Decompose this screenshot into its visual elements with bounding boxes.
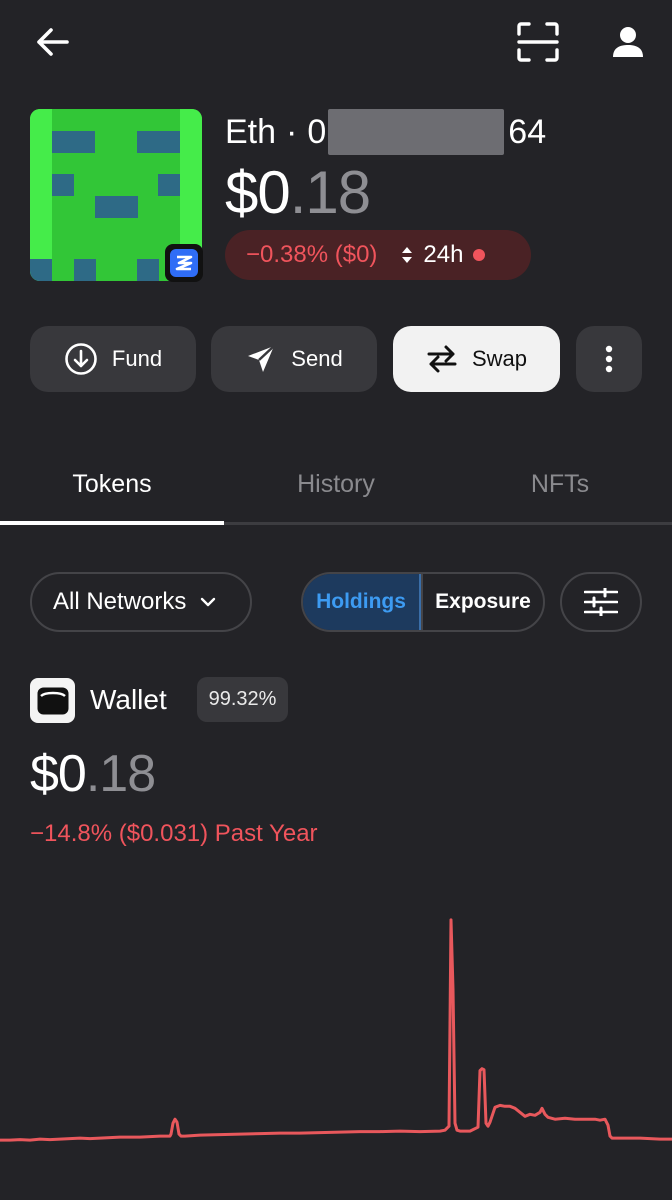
balance-whole: $0 xyxy=(225,159,291,226)
separator: · xyxy=(286,112,298,151)
more-vertical-icon xyxy=(605,345,613,373)
balance-decimal: .18 xyxy=(289,159,371,226)
view-segmented-control: Holdings Exposure xyxy=(301,572,545,632)
network-badge xyxy=(165,244,203,282)
send-label: Send xyxy=(291,346,343,371)
swap-icon xyxy=(426,344,458,374)
active-tab-indicator xyxy=(0,521,224,525)
network-selector[interactable]: All Networks xyxy=(30,572,252,632)
more-button[interactable] xyxy=(576,326,642,392)
sliders-icon xyxy=(584,588,618,616)
change-pill[interactable]: −0.38% ($0) 24h xyxy=(225,230,531,280)
period-label: 24h xyxy=(423,241,464,268)
tab-nfts[interactable]: NFTs xyxy=(448,462,672,506)
wallet-balance-decimal: .18 xyxy=(85,745,156,803)
network-selector-label: All Networks xyxy=(53,588,187,615)
tab-tokens[interactable]: Tokens xyxy=(0,462,224,506)
live-indicator xyxy=(473,249,486,261)
account-address-row[interactable]: Eth · 0 64 xyxy=(225,109,547,155)
balance-chart[interactable] xyxy=(0,880,672,1180)
exposure-toggle[interactable]: Exposure xyxy=(421,574,543,630)
chevron-down-icon xyxy=(200,597,216,607)
period-selector[interactable]: 24h xyxy=(401,241,486,269)
swap-label: Swap xyxy=(471,346,528,371)
profile-button[interactable] xyxy=(604,20,652,64)
send-button[interactable]: Send xyxy=(211,326,377,392)
address-suffix: 64 xyxy=(508,112,547,151)
tab-history[interactable]: History xyxy=(224,462,448,506)
fund-button[interactable]: Fund xyxy=(30,326,196,392)
send-icon xyxy=(245,343,277,375)
scan-button[interactable] xyxy=(512,18,564,66)
arrow-down-circle-icon xyxy=(64,342,98,376)
wallet-icon xyxy=(30,678,75,723)
wallet-balance-whole: $0 xyxy=(30,745,87,803)
address-prefix: 0 xyxy=(307,112,327,151)
zerion-icon xyxy=(170,249,198,277)
balance-change: −0.38% ($0) xyxy=(246,241,378,268)
account-balance: $0.18 xyxy=(225,158,371,227)
person-icon xyxy=(613,27,643,57)
network-name: Eth xyxy=(225,112,277,151)
wallet-change: −14.8% ($0.031) Past Year xyxy=(30,820,318,847)
scan-icon xyxy=(517,22,559,62)
wallet-label: Wallet xyxy=(90,684,167,715)
arrow-left-icon xyxy=(37,28,69,56)
fund-label: Fund xyxy=(111,346,163,371)
sort-arrows-icon xyxy=(402,247,413,263)
wallet-percent-badge: 99.32% xyxy=(197,677,288,722)
address-redacted xyxy=(328,109,505,155)
wallet-balance: $0.18 xyxy=(30,744,156,804)
swap-button[interactable]: Swap xyxy=(393,326,560,392)
back-button[interactable] xyxy=(28,20,76,64)
filter-settings-button[interactable] xyxy=(560,572,642,632)
holdings-toggle[interactable]: Holdings xyxy=(303,574,421,630)
chart-series-line xyxy=(0,918,672,1142)
